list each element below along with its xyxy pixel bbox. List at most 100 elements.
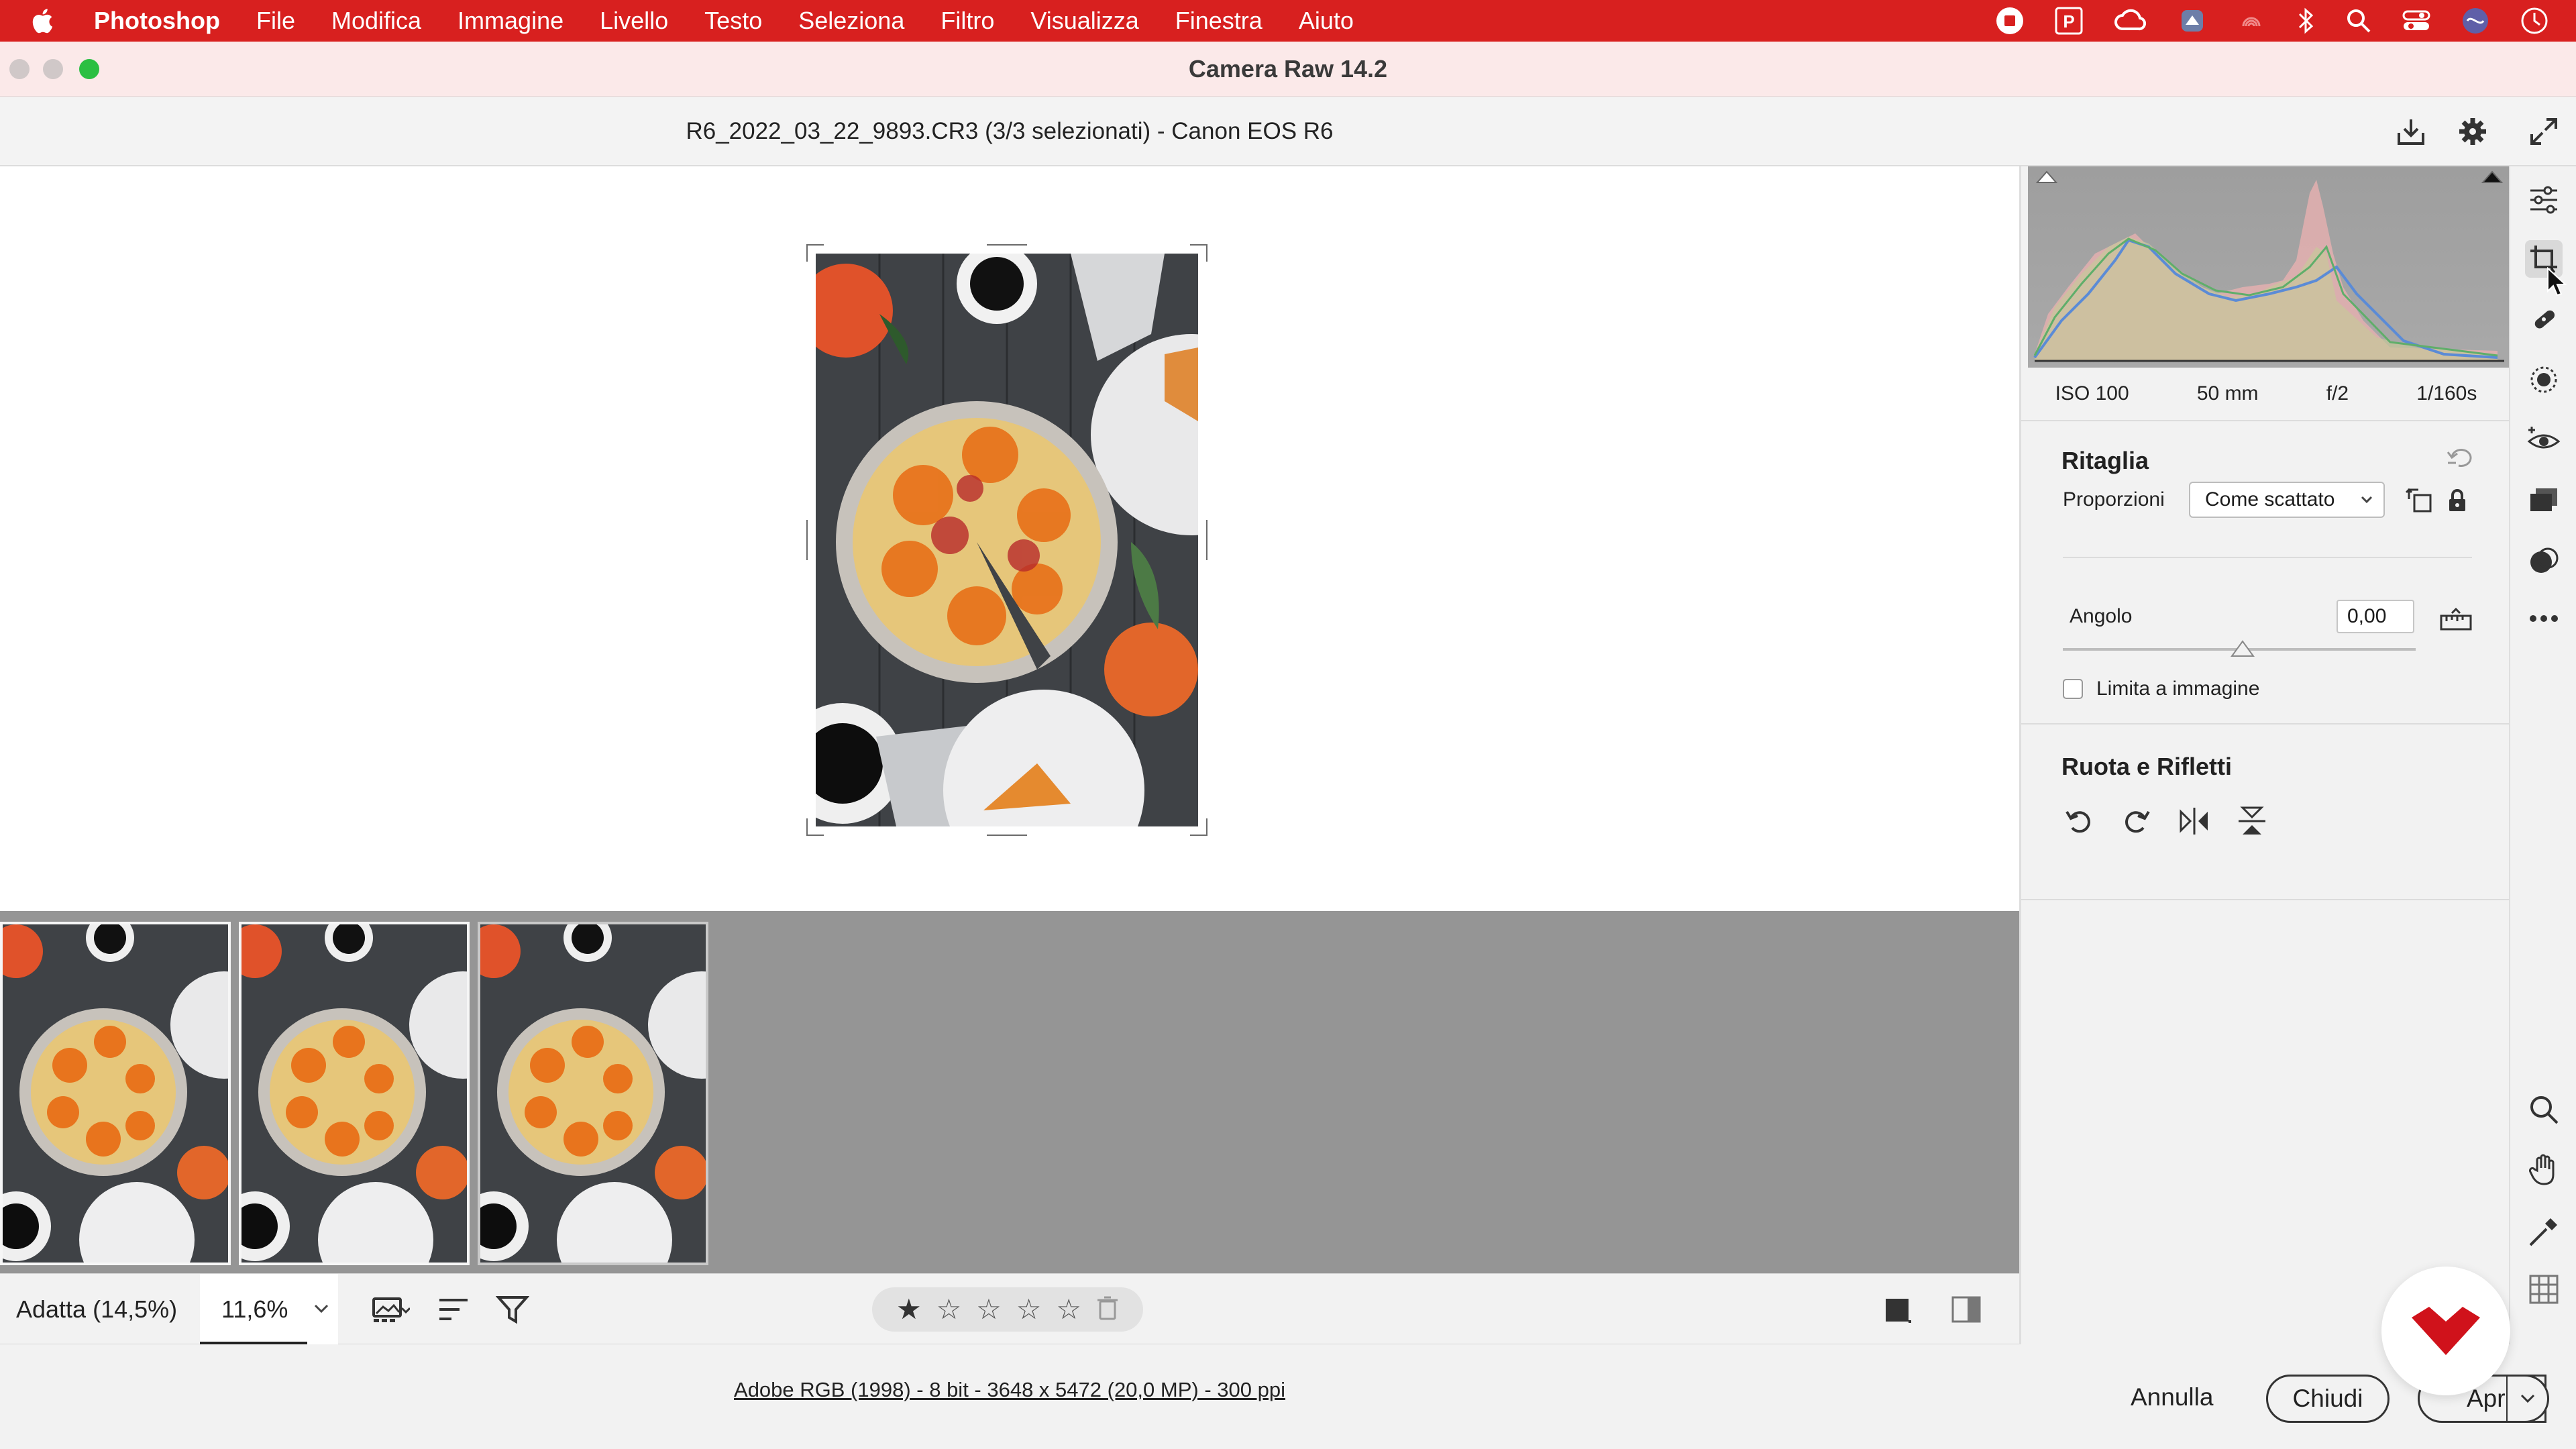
mouse-cursor [2546,266,2567,301]
menu-file[interactable]: File [256,7,295,35]
presets-icon[interactable] [2525,542,2563,580]
star-rating: ★ ☆ ☆ ☆ ☆ [872,1287,1143,1332]
menu-modifica[interactable]: Modifica [331,7,421,35]
menu-immagine[interactable]: Immagine [458,7,564,35]
crop-frame[interactable] [805,243,1209,837]
bluetooth-icon[interactable] [2296,6,2316,36]
siri-icon[interactable] [2461,6,2490,36]
window-title: Camera Raw 14.2 [1188,55,1388,83]
orientation-toggle-icon[interactable] [2405,486,2434,519]
angle-input[interactable]: 0,00 [2337,600,2414,633]
creative-cloud-icon[interactable] [2113,7,2148,34]
reset-crop-icon[interactable] [2445,445,2475,473]
menu-testo[interactable]: Testo [704,7,762,35]
tool-strip [2509,166,2576,1344]
star-icon[interactable]: ☆ [936,1295,962,1324]
vpn-icon[interactable] [2178,6,2207,36]
menu-visualizza[interactable]: Visualizza [1030,7,1138,35]
menu-app-photoshop[interactable]: Photoshop [94,7,220,35]
hand-tool-icon[interactable] [2525,1151,2563,1189]
filmstrip-options-icon[interactable] [370,1291,411,1328]
constrain-to-image-checkbox[interactable] [2063,679,2083,699]
menu-livello[interactable]: Livello [600,7,668,35]
menu-finestra[interactable]: Finestra [1175,7,1263,35]
apple-icon[interactable] [30,7,64,35]
more-options-icon[interactable] [2525,600,2563,637]
section-divider [2063,557,2472,558]
rotate-right-icon[interactable] [2121,805,2153,841]
healing-brush-icon[interactable] [2525,301,2563,338]
trash-icon[interactable] [1096,1295,1119,1325]
rotate-left-icon[interactable] [2063,805,2095,841]
fullscreen-toggle-icon[interactable] [2525,113,2563,150]
close-button[interactable]: Chiudi [2266,1375,2390,1423]
color-sampler-icon[interactable] [2525,1213,2563,1250]
filmstrip-thumbnail[interactable] [478,922,708,1265]
filter-icon[interactable] [494,1291,531,1328]
fit-zoom-button[interactable]: Adatta (14,5%) [16,1274,177,1345]
exif-iso: ISO 100 [2055,382,2129,405]
filmstrip-thumbnail[interactable] [0,922,231,1265]
aspect-ratio-select[interactable]: Come scattato [2189,482,2385,518]
exif-shutter: 1/160s [2416,382,2477,405]
rotate-flip-title: Ruota e Rifletti [2061,753,2233,780]
crop-section-title: Ritaglia [2061,447,2149,474]
angle-slider-thumb[interactable] [2229,639,2256,662]
star-icon[interactable]: ☆ [976,1295,1002,1324]
notification-center-icon[interactable] [2520,6,2549,36]
zoom-tool-icon[interactable] [2525,1091,2563,1128]
star-icon[interactable]: ☆ [1056,1295,1081,1324]
filmstrip [0,911,2019,1273]
chevron-down-icon [2520,1394,2534,1403]
cancel-button[interactable]: Annulla [2131,1362,2213,1433]
edit-sliders-icon[interactable] [2525,181,2563,219]
edit-panel: ISO 100 50 mm f/2 1/160s Ritaglia Propor… [2019,166,2511,1344]
lock-icon[interactable] [2445,487,2469,517]
constrain-to-image-label: Limita a immagine [2096,678,2260,700]
file-title: R6_2022_03_22_9893.CR3 (3/3 selezionati)… [686,118,1334,144]
workflow-options-link[interactable]: Adobe RGB (1998) - 8 bit - 3648 x 5472 (… [0,1378,2019,1402]
star-icon[interactable]: ☆ [1016,1295,1042,1324]
save-image-icon[interactable] [2392,113,2430,150]
zoom-value[interactable]: 11,6% [221,1274,288,1345]
chevron-down-icon[interactable] [313,1302,330,1319]
gear-icon[interactable] [2454,113,2491,150]
sort-icon[interactable] [435,1291,472,1328]
menu-filtro[interactable]: Filtro [941,7,994,35]
before-after-toggle-icon[interactable] [1881,1291,1915,1328]
mask-icon[interactable] [2525,361,2563,398]
control-center-icon[interactable] [2402,7,2431,34]
filmstrip-thumbnail[interactable] [239,922,470,1265]
histogram [2028,166,2511,368]
exif-aperture: f/2 [2326,382,2349,405]
red-eye-icon[interactable] [2525,421,2563,459]
straighten-tool-icon[interactable] [2438,606,2473,637]
highlight-clipping-toggle-icon[interactable] [2481,170,2504,183]
aspect-label: Proporzioni [2063,488,2165,511]
exif-focal-length: 50 mm [2196,382,2259,405]
snapshots-icon[interactable] [2525,482,2563,519]
image-preview-area[interactable] [0,166,2019,911]
flip-vertical-icon[interactable] [2236,805,2268,841]
star-icon[interactable]: ★ [896,1295,922,1324]
flip-horizontal-icon[interactable] [2178,805,2210,841]
shadow-clipping-toggle-icon[interactable] [2035,170,2058,183]
fingerprint-icon[interactable] [2237,6,2266,36]
zoom-field[interactable]: 11,6% [200,1274,338,1345]
grid-overlay-icon[interactable] [2525,1271,2563,1308]
channel-logo [2381,1267,2510,1395]
menubar-status-area: P [1995,0,2549,42]
aspect-ratio-value: Come scattato [2205,488,2335,511]
split-view-icon[interactable] [1949,1291,1983,1328]
menu-seleziona[interactable]: Seleziona [798,7,904,35]
record-icon[interactable] [1995,6,2025,36]
exif-info: ISO 100 50 mm f/2 1/160s [2021,368,2511,421]
menu-aiuto[interactable]: Aiuto [1299,7,1354,35]
svg-text:P: P [2063,11,2074,32]
macos-menubar: Photoshop File Modifica Immagine Livello… [0,0,2576,42]
spotlight-search-icon[interactable] [2345,7,2372,34]
parking-icon[interactable]: P [2054,6,2084,36]
file-header: R6_2022_03_22_9893.CR3 (3/3 selezionati)… [0,97,2576,166]
bottom-toolbar: Adatta (14,5%) 11,6% ★ ☆ ☆ ☆ ☆ [0,1273,2019,1345]
rotate-flip-section: Ruota e Rifletti [2021,726,2511,900]
